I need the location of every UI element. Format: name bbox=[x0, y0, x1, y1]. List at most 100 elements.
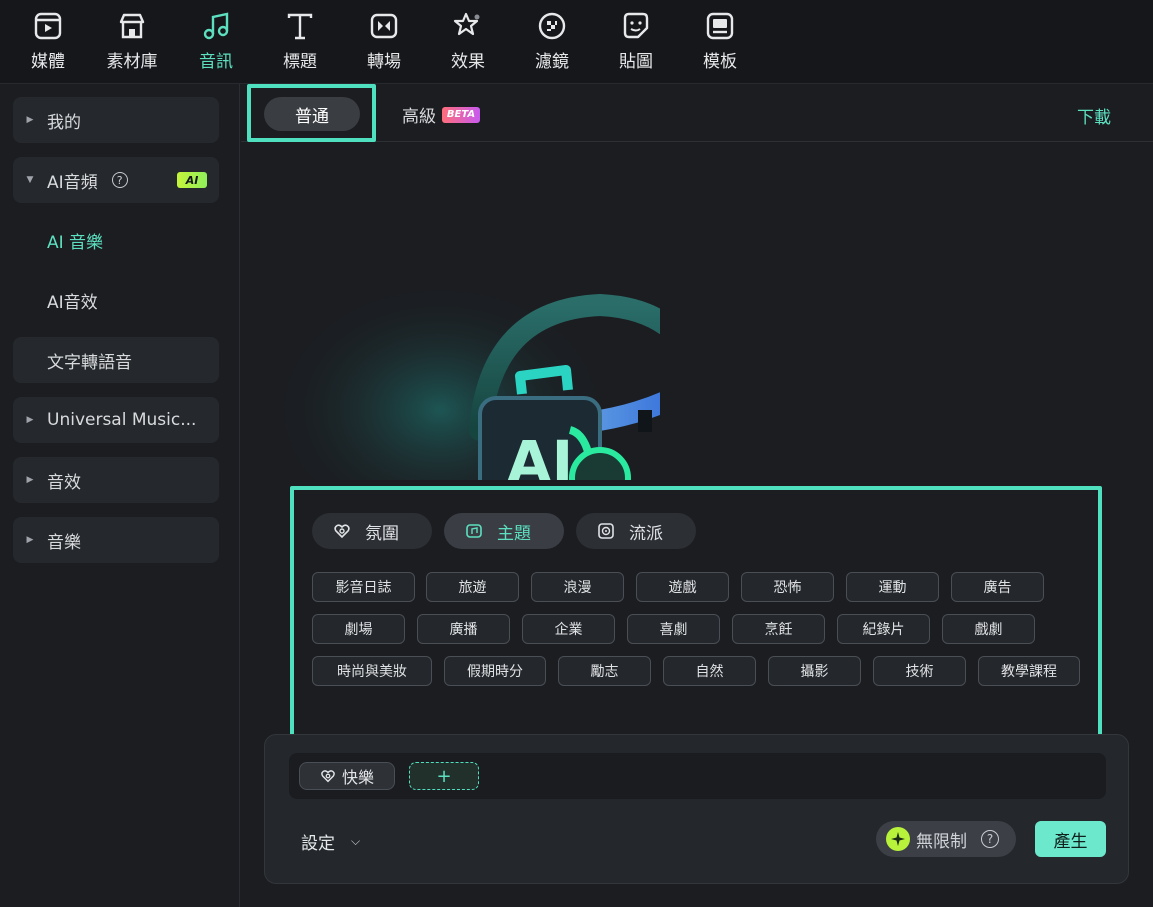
tag-chip[interactable]: 技術 bbox=[873, 656, 966, 686]
toolbar-transition-label: 轉場 bbox=[367, 52, 401, 72]
tag-chip[interactable]: 自然 bbox=[663, 656, 756, 686]
sidebar-item-ai-music[interactable]: AI 音樂 bbox=[13, 217, 219, 263]
sidebar-item-text-to-speech[interactable]: 文字轉語音 bbox=[13, 337, 219, 383]
sidebar-item-universal-music[interactable]: ▶ Universal Music... bbox=[13, 397, 219, 443]
tab-normal[interactable]: 普通 bbox=[264, 97, 360, 131]
download-link[interactable]: 下載 bbox=[1077, 103, 1111, 128]
mode-tabs: 普通 高級 BETA 下載 bbox=[241, 84, 1153, 142]
mood-icon bbox=[321, 770, 335, 783]
chevron-right-icon: ▶ bbox=[26, 475, 34, 485]
music-note-icon bbox=[203, 12, 229, 40]
filter-icon bbox=[538, 12, 566, 40]
help-icon[interactable]: ? bbox=[981, 830, 999, 848]
chevron-down-icon: ⌵ bbox=[351, 834, 361, 848]
toolbar-template[interactable]: 模板 bbox=[685, 10, 755, 76]
tag-panel: 氛圍 主題 流派 影音日誌 旅遊 浪漫 遊戲 恐怖 運動 廣告 劇場 廣播 企業… bbox=[290, 486, 1102, 740]
sticker-icon bbox=[623, 12, 649, 39]
toolbar-template-label: 模板 bbox=[703, 52, 737, 72]
settings-dropdown[interactable]: 設定 ⌵ bbox=[301, 829, 360, 854]
sidebar-item-label: AI 音樂 bbox=[47, 232, 104, 253]
tag-chip[interactable]: 戲劇 bbox=[942, 614, 1035, 644]
toolbar-sticker[interactable]: 貼圖 bbox=[601, 10, 671, 76]
usage-label: 無限制 bbox=[916, 831, 967, 852]
category-mood-label: 氛圍 bbox=[365, 523, 399, 544]
tab-advanced[interactable]: 高級 BETA bbox=[402, 102, 480, 127]
tag-chip[interactable]: 企業 bbox=[522, 614, 615, 644]
chevron-right-icon: ▶ bbox=[26, 535, 34, 545]
hero-ai-text: AI bbox=[507, 428, 573, 480]
tag-chip[interactable]: 浪漫 bbox=[531, 572, 624, 602]
toolbar-store[interactable]: 素材庫 bbox=[97, 10, 167, 76]
tag-chip[interactable]: 假期時分 bbox=[444, 656, 546, 686]
toolbar-filter[interactable]: 濾鏡 bbox=[517, 10, 587, 76]
tag-chip[interactable]: 劇場 bbox=[312, 614, 405, 644]
tag-chip[interactable]: 恐怖 bbox=[741, 572, 834, 602]
settings-label: 設定 bbox=[301, 834, 335, 854]
tag-chip[interactable]: 遊戲 bbox=[636, 572, 729, 602]
category-theme[interactable]: 主題 bbox=[444, 513, 564, 549]
toolbar-store-label: 素材庫 bbox=[106, 52, 158, 72]
sidebar-item-ai-sfx[interactable]: AI音效 bbox=[13, 277, 219, 323]
prompt-panel: 快樂 + 設定 ⌵ 無限制 ? 產生 bbox=[264, 734, 1129, 884]
tag-chip[interactable]: 攝影 bbox=[768, 656, 861, 686]
sidebar: ▶ 我的 ▼ AI音頻 ? AI AI 音樂 AI音效 文字轉語音 ▶ Univ… bbox=[0, 84, 240, 907]
selected-tags-input[interactable]: 快樂 + bbox=[289, 753, 1106, 799]
sidebar-item-label: 音樂 bbox=[47, 532, 81, 553]
toolbar-transition[interactable]: 轉場 bbox=[349, 10, 419, 76]
generate-button[interactable]: 產生 bbox=[1035, 821, 1106, 857]
toolbar-effects[interactable]: 效果 bbox=[433, 10, 503, 76]
sidebar-item-label: AI音效 bbox=[47, 292, 98, 313]
add-tag-button[interactable]: + bbox=[409, 762, 479, 790]
ai-headphones-illustration: AI bbox=[270, 280, 660, 480]
help-icon[interactable]: ? bbox=[111, 172, 128, 188]
transition-icon bbox=[370, 13, 398, 39]
chevron-right-icon: ▶ bbox=[26, 115, 34, 125]
theme-icon bbox=[466, 524, 482, 538]
sidebar-item-label: 音效 bbox=[47, 472, 81, 493]
sidebar-item-label: 文字轉語音 bbox=[47, 352, 132, 373]
effects-icon bbox=[453, 12, 480, 36]
tag-chip[interactable]: 教學課程 bbox=[978, 656, 1080, 686]
sidebar-item-label: Universal Music... bbox=[47, 410, 197, 430]
store-icon bbox=[119, 13, 145, 39]
tag-chip[interactable]: 影音日誌 bbox=[312, 572, 415, 602]
tag-chip[interactable]: 勵志 bbox=[558, 656, 651, 686]
category-genre-label: 流派 bbox=[629, 523, 663, 544]
chevron-down-icon: ▼ bbox=[26, 175, 34, 185]
sidebar-item-label: 我的 bbox=[47, 112, 81, 133]
toolbar-filter-label: 濾鏡 bbox=[535, 52, 569, 72]
top-toolbar: 媒體 素材庫 音訊 標題 轉場 效果 濾鏡 貼圖 模板 bbox=[0, 0, 1153, 84]
category-genre[interactable]: 流派 bbox=[576, 513, 696, 549]
tab-advanced-label: 高級 bbox=[402, 107, 436, 127]
tag-chip[interactable]: 喜劇 bbox=[627, 614, 720, 644]
media-icon bbox=[34, 12, 62, 40]
toolbar-audio[interactable]: 音訊 bbox=[181, 10, 251, 76]
sidebar-item-sound-effects[interactable]: ▶ 音效 bbox=[13, 457, 219, 503]
tag-chip[interactable]: 紀錄片 bbox=[837, 614, 930, 644]
toolbar-title[interactable]: 標題 bbox=[265, 10, 335, 76]
text-icon bbox=[287, 13, 313, 40]
chevron-right-icon: ▶ bbox=[26, 415, 34, 425]
toolbar-audio-label: 音訊 bbox=[199, 52, 233, 72]
sidebar-item-music[interactable]: ▶ 音樂 bbox=[13, 517, 219, 563]
template-icon bbox=[706, 12, 734, 40]
sparkle-icon bbox=[886, 827, 910, 851]
category-mood[interactable]: 氛圍 bbox=[312, 513, 432, 549]
ai-badge: AI bbox=[177, 172, 207, 188]
sidebar-item-mine[interactable]: ▶ 我的 bbox=[13, 97, 219, 143]
toolbar-title-label: 標題 bbox=[283, 52, 317, 72]
selected-tag-label: 快樂 bbox=[341, 768, 374, 787]
category-theme-label: 主題 bbox=[497, 523, 531, 544]
genre-icon bbox=[598, 523, 614, 539]
tag-chip[interactable]: 廣播 bbox=[417, 614, 510, 644]
tag-chip[interactable]: 時尚與美妝 bbox=[312, 656, 432, 686]
selected-tag-chip[interactable]: 快樂 bbox=[299, 762, 395, 790]
tag-chip[interactable]: 運動 bbox=[846, 572, 939, 602]
tag-chip[interactable]: 廣告 bbox=[951, 572, 1044, 602]
sidebar-item-ai-audio[interactable]: ▼ AI音頻 ? AI bbox=[13, 157, 219, 203]
mood-icon bbox=[334, 524, 350, 539]
toolbar-media[interactable]: 媒體 bbox=[13, 10, 83, 76]
tag-chip[interactable]: 烹飪 bbox=[732, 614, 825, 644]
tag-chip[interactable]: 旅遊 bbox=[426, 572, 519, 602]
toolbar-sticker-label: 貼圖 bbox=[619, 52, 653, 72]
